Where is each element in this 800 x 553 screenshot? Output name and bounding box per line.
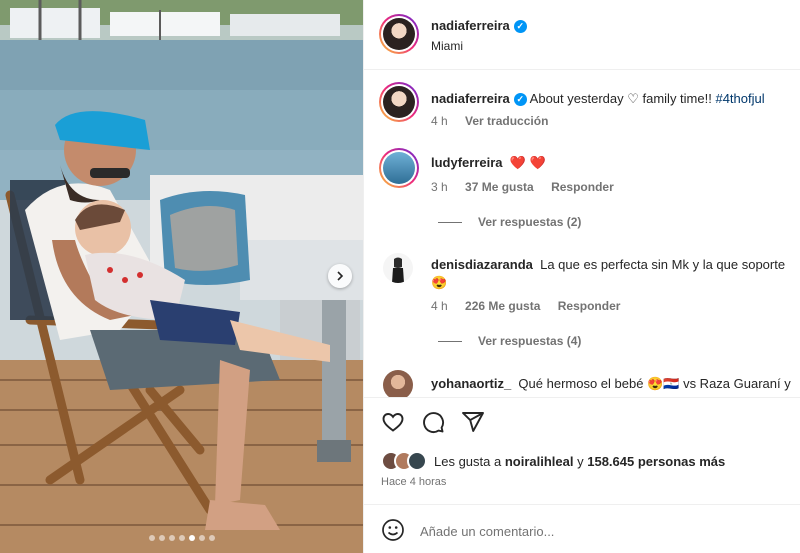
comment-time: 3 h (431, 180, 448, 194)
share-button[interactable] (461, 410, 485, 434)
comment-text: yohanaortiz_ Qué hermoso el bebé 😍🇵🇾 vs … (431, 376, 791, 392)
replies-divider (438, 221, 462, 223)
caption-author-avatar[interactable] (379, 82, 419, 122)
post-timestamp: Hace 4 horas (381, 476, 447, 488)
comment-body: La que es perfecta sin Mk y la que sopor… (540, 257, 786, 272)
post-photo[interactable] (0, 0, 363, 553)
reply-button[interactable]: Responder (551, 180, 614, 194)
comment-meta: 4 h 226 Me gusta Responder (431, 299, 634, 313)
chevron-right-icon (337, 271, 344, 281)
comment-likes[interactable]: 226 Me gusta (465, 299, 540, 313)
emoji-button[interactable] (381, 518, 405, 542)
comment-text: ludyferreira ❤️ ❤️ (431, 155, 546, 171)
post-location[interactable]: Miami (431, 39, 463, 53)
comment-likes[interactable]: 37 Me gusta (465, 180, 534, 194)
comment-body: Qué hermoso el bebé 😍🇵🇾 (518, 376, 680, 391)
carousel-dot (168, 535, 175, 541)
carousel-dot (208, 535, 215, 541)
view-replies-label: Ver respuestas (2) (478, 215, 582, 229)
translate-link[interactable]: Ver traducción (465, 114, 548, 128)
likes-prefix: Les gusta a (434, 453, 502, 469)
comment-body-line2: 😍 (431, 275, 448, 290)
author-username[interactable]: nadiaferreira ✓ (431, 18, 527, 34)
section-divider (364, 504, 800, 505)
reply-button[interactable]: Responder (558, 299, 621, 313)
verified-icon: ✓ (513, 93, 527, 107)
likes-user[interactable]: noiralihleal (505, 454, 574, 469)
replies-divider (438, 340, 462, 342)
view-replies-label: Ver respuestas (4) (478, 334, 582, 348)
comment-button[interactable] (421, 410, 445, 434)
commenter-username[interactable]: denisdiazaranda (431, 257, 533, 272)
carousel-dot (198, 535, 205, 541)
comment-input[interactable] (420, 518, 780, 544)
comment-body: ❤️ ❤️ (509, 155, 546, 170)
add-comment-bar (364, 510, 800, 553)
carousel-dot (158, 535, 165, 541)
comment-item: yohanaortiz_ Qué hermoso el bebé 😍🇵🇾 vs … (364, 370, 800, 398)
carousel-dot (188, 535, 195, 541)
commenter-username[interactable]: yohanaortiz_ (431, 376, 511, 391)
like-button[interactable] (381, 410, 405, 434)
commenter-avatar[interactable] (379, 148, 419, 188)
likes-count[interactable]: 158.645 personas más (587, 454, 725, 469)
comment-time: 4 h (431, 299, 448, 313)
caption-time: 4 h (431, 114, 448, 128)
author-avatar[interactable] (379, 14, 419, 54)
caption-meta: 4 h Ver traducción (431, 114, 562, 128)
likes-summary[interactable]: Les gusta a noiralihleal y 158.645 perso… (381, 451, 725, 471)
verified-icon: ✓ (513, 20, 527, 34)
comment-text: denisdiazaranda La que es perfecta sin M… (431, 257, 785, 272)
post-details-panel: nadiaferreira ✓ Miami nadiaferreira ✓ Abou… (363, 0, 800, 553)
caption-hashtag[interactable]: #4thofjul (715, 91, 764, 106)
carousel-dot (178, 535, 185, 541)
commenter-avatar[interactable] (383, 370, 413, 398)
paper-plane-icon (462, 412, 484, 432)
commenter-username[interactable]: ludyferreira (431, 155, 503, 170)
caption-text: nadiaferreira ✓ About yesterday ♡ family … (431, 91, 765, 107)
comment-meta: 3 h 37 Me gusta Responder (431, 180, 628, 194)
likes-text: Les gusta a noiralihleal y 158.645 perso… (434, 454, 725, 469)
heart-outline-icon (382, 413, 404, 432)
carousel-dot (148, 535, 155, 541)
caption-body: About yesterday ♡ family time!! (529, 91, 712, 106)
carousel-next-button[interactable] (328, 264, 352, 288)
commenter-avatar[interactable] (383, 253, 413, 283)
caption-author-username[interactable]: nadiaferreira (431, 91, 510, 106)
section-divider (364, 397, 800, 398)
view-replies-button[interactable]: Ver respuestas (4) (438, 334, 581, 348)
speech-bubble-icon (423, 412, 444, 433)
author-username-label[interactable]: nadiaferreira (431, 18, 510, 33)
view-replies-button[interactable]: Ver respuestas (2) (438, 215, 581, 229)
comment-body-tail: vs Raza Guaraní y (683, 376, 791, 391)
smiley-icon (382, 519, 404, 541)
photo-illustration (0, 0, 363, 553)
carousel-indicator (0, 535, 363, 541)
post-header: nadiaferreira ✓ Miami (364, 0, 800, 70)
likes-joiner: y (577, 453, 584, 469)
post-actions (381, 410, 485, 434)
liker-avatar (407, 451, 427, 471)
